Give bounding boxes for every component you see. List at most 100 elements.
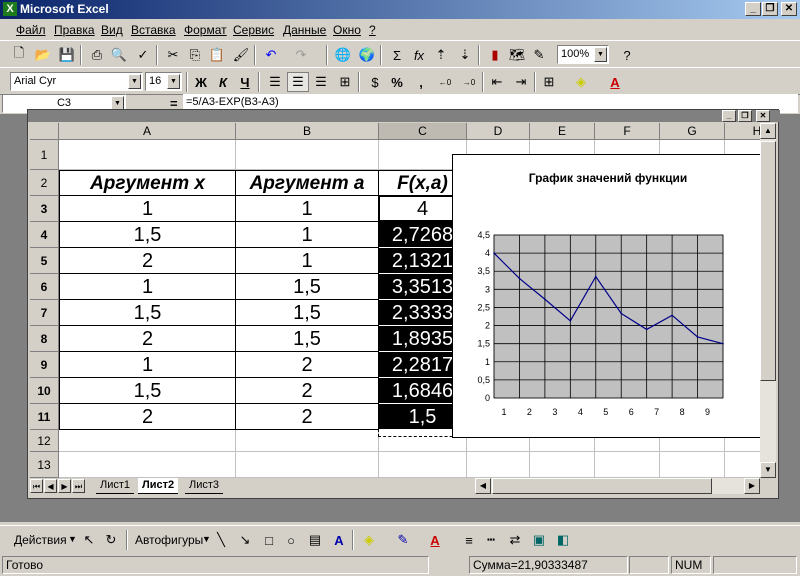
cell-a6[interactable]: 1: [59, 274, 236, 300]
align-center-icon[interactable]: ☰: [287, 72, 309, 92]
zoom-select[interactable]: 100% ▼: [557, 45, 609, 64]
web-toolbar-icon[interactable]: 🌍: [356, 45, 378, 65]
row-header-6[interactable]: 6: [30, 274, 59, 300]
column-header-c[interactable]: C: [379, 123, 467, 140]
fill-color-icon[interactable]: ◈: [358, 530, 380, 550]
prev-sheet-icon[interactable]: ◀: [44, 479, 57, 493]
workbook-minimize-button[interactable]: _: [722, 110, 736, 122]
rectangle-icon[interactable]: □: [258, 530, 280, 550]
chart-wizard-icon[interactable]: ▮: [484, 45, 506, 65]
copy-icon[interactable]: ⎘: [184, 45, 206, 65]
3d-icon[interactable]: ◧: [552, 530, 574, 550]
map-icon[interactable]: 🗺: [506, 45, 528, 65]
next-sheet-icon[interactable]: ▶: [58, 479, 71, 493]
row-header-2[interactable]: 2: [30, 170, 59, 196]
cell-b7[interactable]: 1,5: [236, 300, 379, 326]
column-header-g[interactable]: G: [660, 123, 725, 140]
cell-a11[interactable]: 2: [59, 404, 236, 430]
cell-a4[interactable]: 1,5: [59, 222, 236, 248]
currency-icon[interactable]: $: [364, 72, 386, 92]
row-header-3[interactable]: 3: [30, 196, 59, 222]
wordart-icon[interactable]: A: [328, 530, 350, 550]
vertical-scrollbar[interactable]: ▲ ▼: [760, 123, 776, 478]
excel-x-icon[interactable]: X: [3, 2, 17, 16]
borders-icon[interactable]: ⊞: [538, 72, 560, 92]
workbook-restore-button[interactable]: ❐: [738, 110, 752, 122]
font-size-select[interactable]: 16 ▼: [145, 72, 182, 91]
autoshapes-menu[interactable]: Автофигуры: [135, 533, 203, 547]
open-icon[interactable]: 📂: [32, 45, 54, 65]
line-icon[interactable]: ╲: [210, 530, 232, 550]
line-color-icon[interactable]: ✎: [392, 530, 414, 550]
menu-edit[interactable]: Правка: [54, 23, 95, 37]
row-header-4[interactable]: 4: [30, 222, 59, 248]
function-icon[interactable]: fx: [408, 45, 430, 65]
row-header-10[interactable]: 10: [30, 378, 59, 404]
cell-a2[interactable]: Аргумент x: [59, 170, 236, 196]
tab-sheet2[interactable]: Лист2: [138, 478, 179, 494]
column-header-e[interactable]: E: [530, 123, 595, 140]
percent-button[interactable]: %: [386, 72, 408, 92]
cell-a10[interactable]: 1,5: [59, 378, 236, 404]
row-header-1[interactable]: 1: [30, 140, 59, 170]
cell-b6[interactable]: 1,5: [236, 274, 379, 300]
cell-b9[interactable]: 2: [236, 352, 379, 378]
paste-icon[interactable]: 📋: [206, 45, 228, 65]
menu-data[interactable]: Данные: [283, 23, 326, 37]
row-header-11[interactable]: 11: [30, 404, 59, 430]
scroll-up-icon[interactable]: ▲: [760, 123, 776, 139]
shadow-icon[interactable]: ▣: [528, 530, 550, 550]
line-style-icon[interactable]: ≡: [458, 530, 480, 550]
dash-style-icon[interactable]: ┅: [480, 530, 502, 550]
cell-a8[interactable]: 2: [59, 326, 236, 352]
chevron-down-icon[interactable]: ▼: [68, 534, 77, 544]
select-pointer-icon[interactable]: ↖: [78, 530, 100, 550]
cell-a9[interactable]: 1: [59, 352, 236, 378]
new-icon[interactable]: 🗋: [8, 45, 30, 65]
cell-b2[interactable]: Аргумент a: [236, 170, 379, 196]
comma-button[interactable]: ,: [410, 72, 432, 92]
spelling-icon[interactable]: ✓: [132, 45, 154, 65]
hscroll-thumb[interactable]: [492, 478, 712, 494]
workbook-close-button[interactable]: ✕: [756, 110, 770, 122]
menu-insert[interactable]: Вставка: [131, 23, 176, 37]
chart[interactable]: График значений функции 0 0,5 1 1,5 2 2,5 3 3,5 4…: [452, 154, 764, 438]
row-header-9[interactable]: 9: [30, 352, 59, 378]
first-sheet-icon[interactable]: ⏮: [30, 479, 43, 493]
row-header-12[interactable]: 12: [30, 430, 59, 452]
menu-tools[interactable]: Сервис: [233, 23, 274, 37]
merge-center-icon[interactable]: ⊞: [334, 72, 356, 92]
menu-window[interactable]: Окно: [333, 23, 361, 37]
cell-b3[interactable]: 1: [236, 196, 379, 222]
scroll-left-icon[interactable]: ◀: [475, 478, 491, 494]
chevron-down-icon[interactable]: ▼: [128, 74, 141, 89]
font-color-icon[interactable]: A: [424, 530, 446, 550]
font-color-icon[interactable]: A: [604, 72, 626, 92]
select-all[interactable]: [30, 123, 59, 140]
bold-button[interactable]: Ж: [190, 72, 212, 92]
menu-file[interactable]: Файл: [16, 23, 46, 37]
column-header-b[interactable]: B: [236, 123, 379, 140]
help-icon[interactable]: ?: [616, 45, 638, 65]
cell-a7[interactable]: 1,5: [59, 300, 236, 326]
align-left-icon[interactable]: ☰: [264, 72, 286, 92]
textbox-icon[interactable]: ▤: [304, 530, 326, 550]
cell-b8[interactable]: 1,5: [236, 326, 379, 352]
scroll-right-icon[interactable]: ▶: [744, 478, 760, 494]
hyperlink-icon[interactable]: 🌐: [332, 45, 354, 65]
restore-button[interactable]: ❐: [762, 2, 778, 16]
row-header-7[interactable]: 7: [30, 300, 59, 326]
arrow-icon[interactable]: ↘: [234, 530, 256, 550]
cell-b11[interactable]: 2: [236, 404, 379, 430]
scroll-thumb[interactable]: [760, 141, 776, 381]
column-header-f[interactable]: F: [595, 123, 660, 140]
column-header-h[interactable]: H: [725, 123, 760, 140]
redo-icon[interactable]: ↷: [290, 45, 312, 65]
cut-icon[interactable]: ✂: [162, 45, 184, 65]
print-icon[interactable]: ⎙: [86, 45, 108, 65]
format-painter-icon[interactable]: 🖌: [230, 45, 252, 65]
last-sheet-icon[interactable]: ⏭: [72, 479, 85, 493]
chevron-down-icon[interactable]: ▼: [594, 47, 607, 62]
increase-decimal-icon[interactable]: ←0: [434, 72, 456, 92]
column-header-a[interactable]: A: [59, 123, 236, 140]
